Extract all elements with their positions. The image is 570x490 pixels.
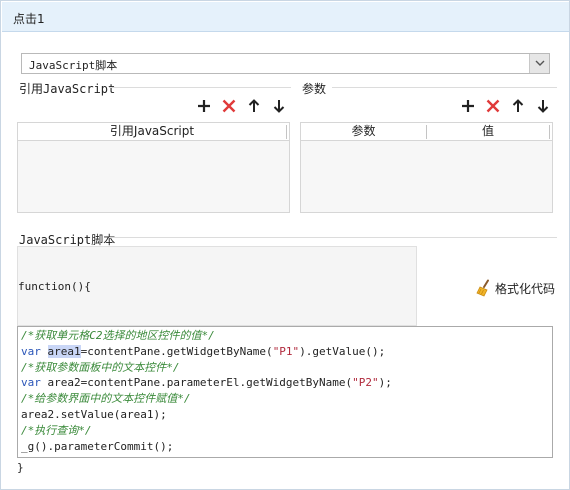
delete-icon xyxy=(486,99,500,113)
code-line: area2.setValue(area1); xyxy=(21,407,167,421)
arrow-down-icon xyxy=(537,100,549,113)
param-table: 参数 值 xyxy=(300,122,553,213)
ref-js-section-label: 引用JavaScript xyxy=(19,82,116,96)
param-move-up-button[interactable] xyxy=(510,98,526,114)
add-icon xyxy=(198,100,210,112)
code-editor[interactable]: /*获取单元格C2选择的地区控件的值*/ var area1=contentPa… xyxy=(17,326,553,458)
function-close-text: } xyxy=(17,461,24,474)
ref-js-table: 引用JavaScript xyxy=(17,122,290,213)
ref-move-up-button[interactable] xyxy=(246,98,262,114)
format-code-button[interactable]: 格式化代码 xyxy=(475,279,557,297)
arrow-down-icon xyxy=(273,100,285,113)
ref-js-divider xyxy=(109,87,291,88)
ref-delete-button[interactable] xyxy=(221,98,237,114)
param-move-down-button[interactable] xyxy=(535,98,551,114)
param-section-label: 参数 xyxy=(302,82,327,96)
code-line: var area1=contentPane.getWidgetByName("P… xyxy=(21,344,386,358)
param-delete-button[interactable] xyxy=(485,98,501,114)
script-divider xyxy=(109,237,557,238)
select-dropdown-button[interactable] xyxy=(529,54,549,73)
column-separator xyxy=(549,125,550,139)
format-code-label: 格式化代码 xyxy=(495,282,556,296)
param-value-column-header[interactable]: 值 xyxy=(427,123,549,140)
delete-icon xyxy=(222,99,236,113)
arrow-up-icon xyxy=(248,99,260,112)
window-title: 点击1 xyxy=(13,12,45,26)
param-divider xyxy=(332,87,557,88)
param-add-button[interactable] xyxy=(460,98,476,114)
ref-move-down-button[interactable] xyxy=(271,98,287,114)
ref-js-column-header[interactable]: 引用JavaScript xyxy=(18,123,286,140)
arrow-up-icon xyxy=(512,99,524,112)
script-type-select[interactable]: JavaScript脚本 xyxy=(21,53,550,74)
ref-add-button[interactable] xyxy=(196,98,212,114)
code-line: /*获取参数面板中的文本控件*/ xyxy=(21,360,180,374)
code-line: _g().parameterCommit(); xyxy=(21,439,174,453)
ref-js-table-header: 引用JavaScript xyxy=(18,123,289,141)
title-bar: 点击1 xyxy=(2,2,569,32)
column-separator xyxy=(286,125,287,139)
function-open-text: function(){ xyxy=(18,280,91,293)
add-icon xyxy=(462,100,474,112)
broom-icon xyxy=(476,279,489,297)
code-line: var area2=contentPane.parameterEl.getWid… xyxy=(21,376,392,390)
code-line: /*获取单元格C2选择的地区控件的值*/ xyxy=(21,329,215,342)
dialog-frame: 点击1 JavaScript脚本 引用JavaScript 引用JavaScri… xyxy=(0,0,570,490)
param-name-column-header[interactable]: 参数 xyxy=(301,123,426,140)
code-line: /*执行查询*/ xyxy=(21,423,92,437)
script-type-value: JavaScript脚本 xyxy=(29,59,118,72)
param-table-header: 参数 值 xyxy=(301,123,552,141)
chevron-down-icon xyxy=(535,60,545,66)
code-line: /*给参数界面中的文本控件赋值*/ xyxy=(21,392,191,406)
